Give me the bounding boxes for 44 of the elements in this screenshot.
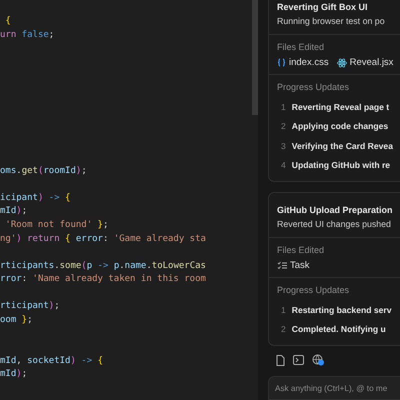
code-line: rticipant); <box>0 300 61 314</box>
step-number: 2 <box>281 121 286 132</box>
section-heading: Progress Updates <box>277 81 350 93</box>
step-number: 2 <box>281 324 286 334</box>
step-text: Applying code changes <box>292 121 388 132</box>
code-line: 'Room not found' }; <box>4 218 110 232</box>
step-text: Completed. Notifying u <box>292 324 386 334</box>
code-line: { <box>4 15 12 28</box>
braces-icon <box>277 58 286 67</box>
task-title: Reverting Gift Box UI <box>277 1 369 14</box>
code-line: rror: 'Name already taken in this room <box>0 273 207 286</box>
globe-icon[interactable] <box>312 354 325 366</box>
file-icon[interactable] <box>276 354 285 366</box>
code-line: oom }; <box>0 314 34 328</box>
code-line: urn false; <box>0 28 56 42</box>
code-line: ng') return { error: 'Game already sta <box>0 232 207 246</box>
step-number: 1 <box>281 304 286 315</box>
code-line: mId); <box>0 368 28 382</box>
task-status: Running browser test on po <box>277 15 386 28</box>
code-line: mId); <box>0 205 28 218</box>
section-heading: Files Edited <box>277 244 326 256</box>
file-link[interactable]: Reveal.jsx <box>336 57 394 68</box>
step-number: 3 <box>281 140 286 151</box>
step-number: 4 <box>281 160 286 170</box>
code-line: icipant) -> { <box>0 192 72 205</box>
task-status: Reverted UI changes pushed <box>277 218 392 231</box>
section-heading: Progress Updates <box>277 284 350 296</box>
step-text: Verifying the Card Revea <box>292 140 393 151</box>
step-number: 1 <box>281 102 286 112</box>
chat-input[interactable]: Ask anything (Ctrl+L), @ to me <box>268 376 400 400</box>
file-link[interactable]: index.css <box>277 57 329 68</box>
checklist-icon <box>277 261 287 270</box>
task-title: GitHub Upload Preparation <box>277 204 394 217</box>
code-line: oms.get(roomId); <box>0 164 88 178</box>
step-text: Updating GitHub with re <box>292 160 390 170</box>
section-heading: Files Edited <box>277 41 326 53</box>
terminal-icon[interactable] <box>293 355 304 365</box>
atom-icon <box>336 58 347 68</box>
step-text: Restarting backend serv <box>292 304 392 315</box>
code-line: mId, socketId) -> { <box>0 354 104 368</box>
scrollbar-thumb[interactable] <box>252 0 258 115</box>
file-link[interactable]: Task <box>277 260 310 271</box>
step-text: Reverting Reveal page t <box>292 102 390 112</box>
code-line: rticipants.some(p -> p.name.toLowerCas <box>0 260 207 273</box>
